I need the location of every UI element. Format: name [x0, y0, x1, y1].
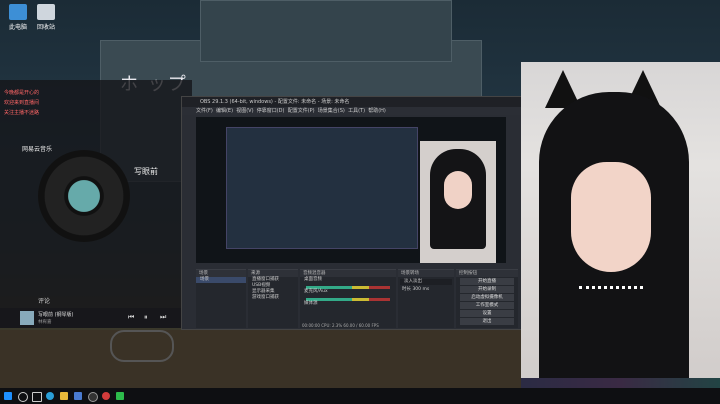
computer-icon: [9, 4, 27, 20]
taskbar: [0, 388, 720, 404]
menu-profile[interactable]: 配置文件(P): [288, 108, 315, 114]
transition-select[interactable]: 淡入淡出: [400, 279, 452, 285]
mixer-channel-label: 麦克风/Aux: [304, 289, 328, 294]
music-icon[interactable]: [102, 392, 110, 400]
taskview-icon[interactable]: [32, 392, 42, 402]
chat-line: 今晚都是开心的: [4, 90, 40, 96]
obs-icon[interactable]: [88, 392, 98, 402]
now-playing-artist: 林宥嘉: [38, 320, 52, 325]
track-label[interactable]: 评论: [38, 296, 50, 305]
virtual-camera-button[interactable]: 启动虚拟摄像机: [460, 294, 514, 301]
next-icon[interactable]: ⏭: [160, 313, 166, 322]
store-icon[interactable]: [74, 392, 82, 400]
desktop-icon-computer[interactable]: 此电脑: [4, 4, 32, 31]
audio-mixer-panel[interactable]: 音频混音器 桌面音频 麦克风/Aux 媒体源: [300, 269, 396, 328]
settings-button[interactable]: 设置: [460, 310, 514, 317]
now-playing-title: 写眼前 (钢琴版): [38, 312, 74, 318]
controls-header: 控制按钮: [456, 270, 518, 277]
vinyl-record: [38, 150, 130, 242]
transitions-header: 场景转场: [398, 270, 454, 277]
bicycle: [110, 330, 174, 362]
chat-overlay: 今晚都是开心的 欢迎来到直播间 关注主播不迷路: [4, 88, 94, 118]
chat-line: 关注主播不迷路: [4, 110, 40, 116]
sources-header: 来源: [248, 270, 298, 277]
music-player-title: 网易云音乐: [22, 146, 53, 153]
face: [571, 162, 651, 272]
obs-preview-canvas[interactable]: [196, 117, 506, 263]
now-playing-bar: 写眼前 (钢琴版) 林宥嘉 ⏮ ⏸ ⏭: [0, 308, 192, 328]
start-streaming-button[interactable]: 开始直播: [460, 278, 514, 285]
obs-status-bar: 00:00:00 CPU: 2.3% 60.00 / 60.00 FPS: [302, 323, 379, 328]
obs-menubar: 文件(F) 编辑(E) 视图(V) 停靠窗口(D) 配置文件(P) 场景集合(S…: [182, 107, 522, 115]
wechat-icon[interactable]: [116, 392, 124, 400]
mixer-header: 音频混音器: [300, 270, 396, 277]
mixer-channel-label: 桌面音频: [304, 277, 322, 282]
song-title: 写眼前: [134, 167, 158, 176]
preview-camera-feed: [420, 141, 496, 263]
chat-line: 欢迎来到直播间: [4, 100, 40, 106]
menu-docks[interactable]: 停靠窗口(D): [257, 108, 285, 114]
nested-preview: [226, 127, 418, 249]
exit-button[interactable]: 退出: [460, 318, 514, 325]
scenes-panel[interactable]: 场景 场景: [196, 269, 246, 328]
desktop-icon-recycle-bin[interactable]: 回收站: [32, 4, 60, 31]
windows-start-icon[interactable]: [4, 392, 12, 400]
background-building-right: [200, 0, 452, 62]
scene-item[interactable]: 场景: [196, 277, 246, 283]
controls-panel[interactable]: 控制按钮 开始直播 开始录制 启动虚拟摄像机 工作室模式 设置 退出: [456, 269, 518, 328]
lace-collar: [579, 286, 643, 307]
album-thumb: [20, 311, 34, 325]
menu-file[interactable]: 文件(F): [196, 108, 213, 114]
folder-icon[interactable]: [60, 392, 68, 400]
start-recording-button[interactable]: 开始录制: [460, 286, 514, 293]
recycle-bin-icon: [37, 4, 55, 20]
scenes-header: 场景: [196, 270, 246, 277]
desktop-icon-label: 回收站: [36, 24, 55, 31]
mixer-channel-label: 媒体源: [304, 301, 318, 306]
duration-row: 时长 300 ms: [398, 287, 454, 293]
obs-title: OBS 29.1.3 (64-bit, windows) - 配置文件: 未命名…: [182, 97, 522, 107]
webcam-feed: [521, 62, 720, 404]
edge-icon[interactable]: [46, 392, 54, 400]
source-item[interactable]: 游戏窗口捕获: [248, 295, 298, 301]
preview-face: [444, 171, 472, 209]
menu-help[interactable]: 帮助(H): [368, 108, 386, 114]
sources-panel[interactable]: 来源 直播窗口捕获 USB视频 显示器采集 游戏窗口捕获: [248, 269, 298, 328]
pause-icon[interactable]: ⏸: [144, 313, 148, 322]
desktop-icon-label: 此电脑: [8, 24, 27, 31]
prev-icon[interactable]: ⏮: [128, 313, 134, 322]
studio-mode-button[interactable]: 工作室模式: [460, 302, 514, 309]
menu-view[interactable]: 视图(V): [236, 108, 253, 114]
search-icon[interactable]: [18, 392, 28, 402]
obs-window[interactable]: OBS 29.1.3 (64-bit, windows) - 配置文件: 未命名…: [181, 96, 523, 330]
menu-scene-collection[interactable]: 场景集合(S): [318, 108, 345, 114]
duration-label: 时长: [402, 287, 411, 292]
menu-tools[interactable]: 工具(T): [348, 108, 365, 114]
transitions-panel[interactable]: 场景转场 淡入淡出 时长 300 ms: [398, 269, 454, 328]
menu-edit[interactable]: 编辑(E): [216, 108, 233, 114]
duration-input[interactable]: 300 ms: [412, 287, 429, 292]
